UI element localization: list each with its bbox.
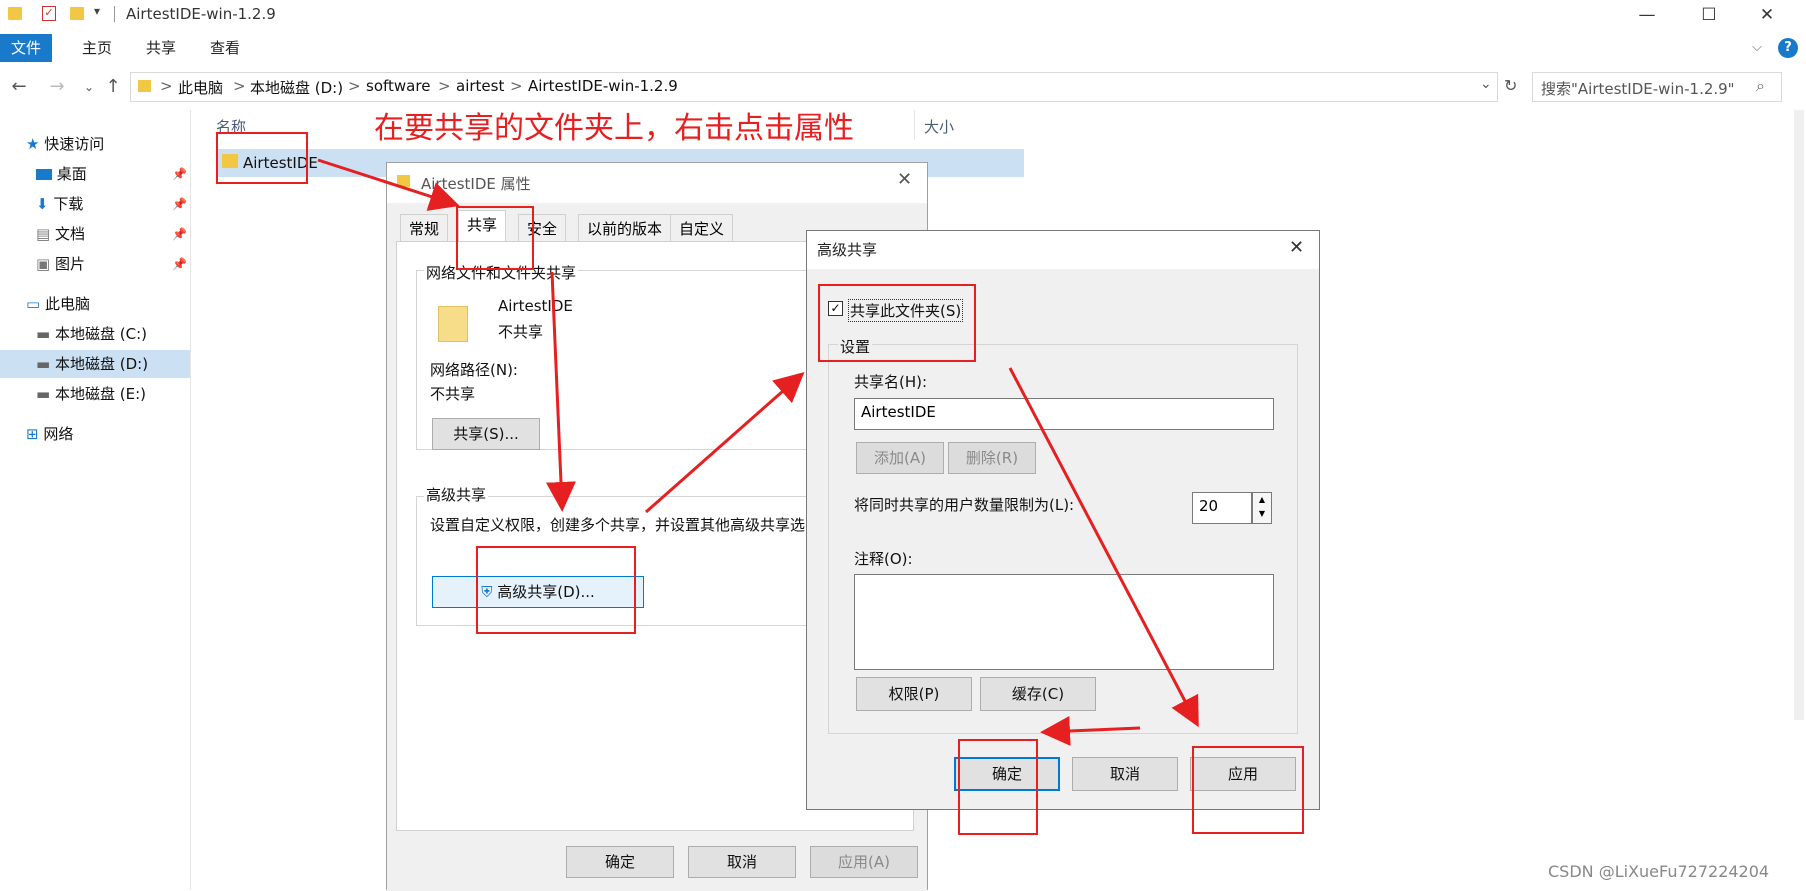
arrow-to-ok [1040,715,1141,746]
arrow-to-apply [1008,367,1199,728]
annotation-arrows [317,158,1199,746]
arrow-to-checkbox [645,372,805,514]
arrow-to-sharing-tab [317,158,460,211]
arrow-to-advanced-button [545,271,576,512]
watermark: CSDN @LiXueFu727224204 [1548,862,1770,881]
